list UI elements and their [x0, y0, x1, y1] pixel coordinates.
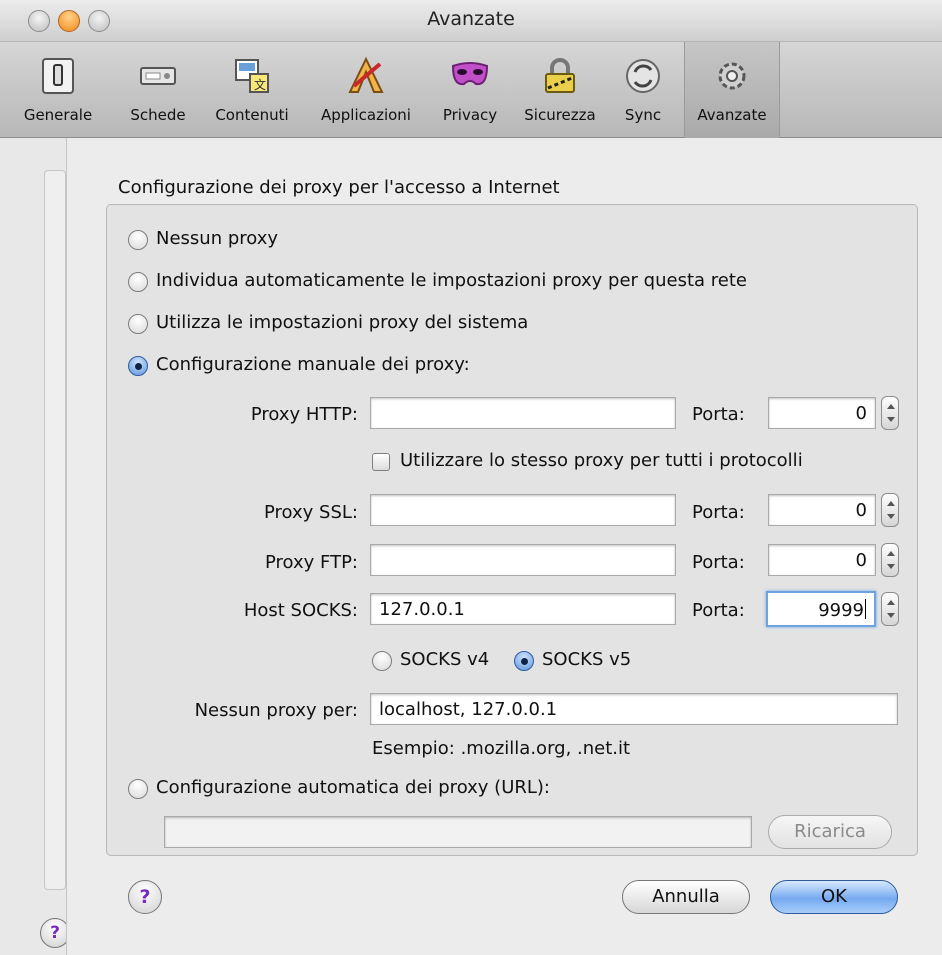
radio-label-auto-detect: Individua automaticamente le impostazion…	[156, 270, 747, 291]
ssl-port-stepper[interactable]	[881, 493, 899, 527]
toolbar-item-contenuti[interactable]: 文 Contenuti	[204, 42, 300, 138]
preferences-toolbar: Generale Schede 文 Contenuti Applicazioni	[0, 42, 942, 138]
window-title: Avanzate	[427, 8, 515, 30]
toolbar-label: Generale	[23, 106, 93, 124]
socks-port-stepper[interactable]	[881, 592, 899, 626]
ssl-port-input[interactable]: 0	[768, 494, 876, 526]
toolbar-label: Sync	[624, 106, 662, 124]
toolbar-label: Sicurezza	[524, 106, 596, 124]
socks-host-label: Host SOCKS:	[243, 600, 358, 621]
cancel-button[interactable]: Annulla	[622, 880, 750, 914]
http-proxy-label: Proxy HTTP:	[250, 404, 358, 425]
http-port-input[interactable]: 0	[768, 397, 876, 429]
toolbar-label: Avanzate	[697, 106, 767, 124]
radio-label-no-proxy: Nessun proxy	[156, 228, 279, 249]
toolbar-item-schede[interactable]: Schede	[120, 42, 196, 138]
ssl-proxy-input[interactable]	[370, 494, 676, 526]
ftp-port-stepper[interactable]	[881, 543, 899, 577]
ssl-port-label: Porta:	[692, 502, 745, 523]
toolbar-label: Applicazioni	[321, 106, 411, 124]
tabs-icon	[140, 67, 176, 85]
toolbar-item-avanzate[interactable]: Avanzate	[684, 42, 780, 138]
radio-pac-url[interactable]	[128, 779, 148, 799]
socks-port-input[interactable]: 9999	[766, 591, 876, 627]
radio-no-proxy[interactable]	[128, 230, 148, 250]
http-port-stepper[interactable]	[881, 396, 899, 430]
svg-text:文: 文	[254, 77, 266, 92]
toolbar-item-generale[interactable]: Generale	[6, 42, 110, 138]
background-panel	[44, 170, 66, 890]
toolbar-item-sync[interactable]: Sync	[612, 42, 674, 138]
ftp-port-input[interactable]: 0	[768, 544, 876, 576]
radio-label-manual-proxy: Configurazione manuale dei proxy:	[156, 354, 470, 375]
http-port-label: Porta:	[692, 404, 745, 425]
toolbar-label: Schede	[130, 106, 186, 124]
radio-socks-v5[interactable]	[514, 651, 534, 671]
http-proxy-input[interactable]	[370, 397, 676, 429]
lock-icon	[545, 58, 575, 93]
switch-icon	[42, 58, 74, 94]
no-proxy-for-label: Nessun proxy per:	[194, 700, 358, 721]
help-button[interactable]: ?	[128, 880, 162, 914]
ok-button[interactable]: OK	[770, 880, 898, 914]
no-proxy-for-input[interactable]: localhost, 127.0.0.1	[370, 693, 898, 725]
radio-label-pac-url: Configurazione automatica dei proxy (URL…	[156, 777, 550, 798]
title-bar: Avanzate	[0, 0, 942, 42]
pac-url-input[interactable]	[164, 816, 752, 848]
socks-v4-label: SOCKS v4	[400, 649, 490, 670]
section-title: Configurazione dei proxy per l'accesso a…	[118, 177, 560, 198]
toolbar-item-applicazioni[interactable]: Applicazioni	[308, 42, 424, 138]
reload-button[interactable]: Ricarica	[768, 815, 892, 849]
radio-manual-proxy[interactable]	[128, 356, 148, 376]
socks-port-value: 9999	[818, 600, 864, 621]
ftp-proxy-input[interactable]	[370, 544, 676, 576]
toolbar-item-sicurezza[interactable]: Sicurezza	[512, 42, 608, 138]
socks-v5-label: SOCKS v5	[542, 649, 632, 670]
toolbar-label: Privacy	[442, 106, 498, 124]
text-caret	[865, 599, 866, 619]
toolbar-item-privacy[interactable]: Privacy	[432, 42, 508, 138]
sync-icon	[626, 59, 660, 93]
radio-system-proxy[interactable]	[128, 314, 148, 334]
radio-socks-v4[interactable]	[372, 651, 392, 671]
socks-host-input[interactable]: 127.0.0.1	[370, 593, 676, 625]
ftp-proxy-label: Proxy FTP:	[265, 552, 358, 573]
gear-icon	[718, 62, 746, 90]
applications-icon	[348, 56, 384, 93]
toolbar-label: Contenuti	[215, 106, 289, 124]
radio-auto-detect[interactable]	[128, 272, 148, 292]
radio-label-system-proxy: Utilizza le impostazioni proxy del siste…	[156, 312, 529, 333]
same-proxy-checkbox[interactable]	[372, 453, 390, 471]
mask-icon	[451, 62, 489, 86]
ftp-port-label: Porta:	[692, 552, 745, 573]
socks-port-label: Porta:	[692, 600, 745, 621]
content-icon: 文	[235, 59, 269, 93]
ssl-proxy-label: Proxy SSL:	[264, 502, 358, 523]
no-proxy-example: Esempio: .mozilla.org, .net.it	[372, 738, 631, 759]
same-proxy-label: Utilizzare lo stesso proxy per tutti i p…	[400, 450, 803, 471]
